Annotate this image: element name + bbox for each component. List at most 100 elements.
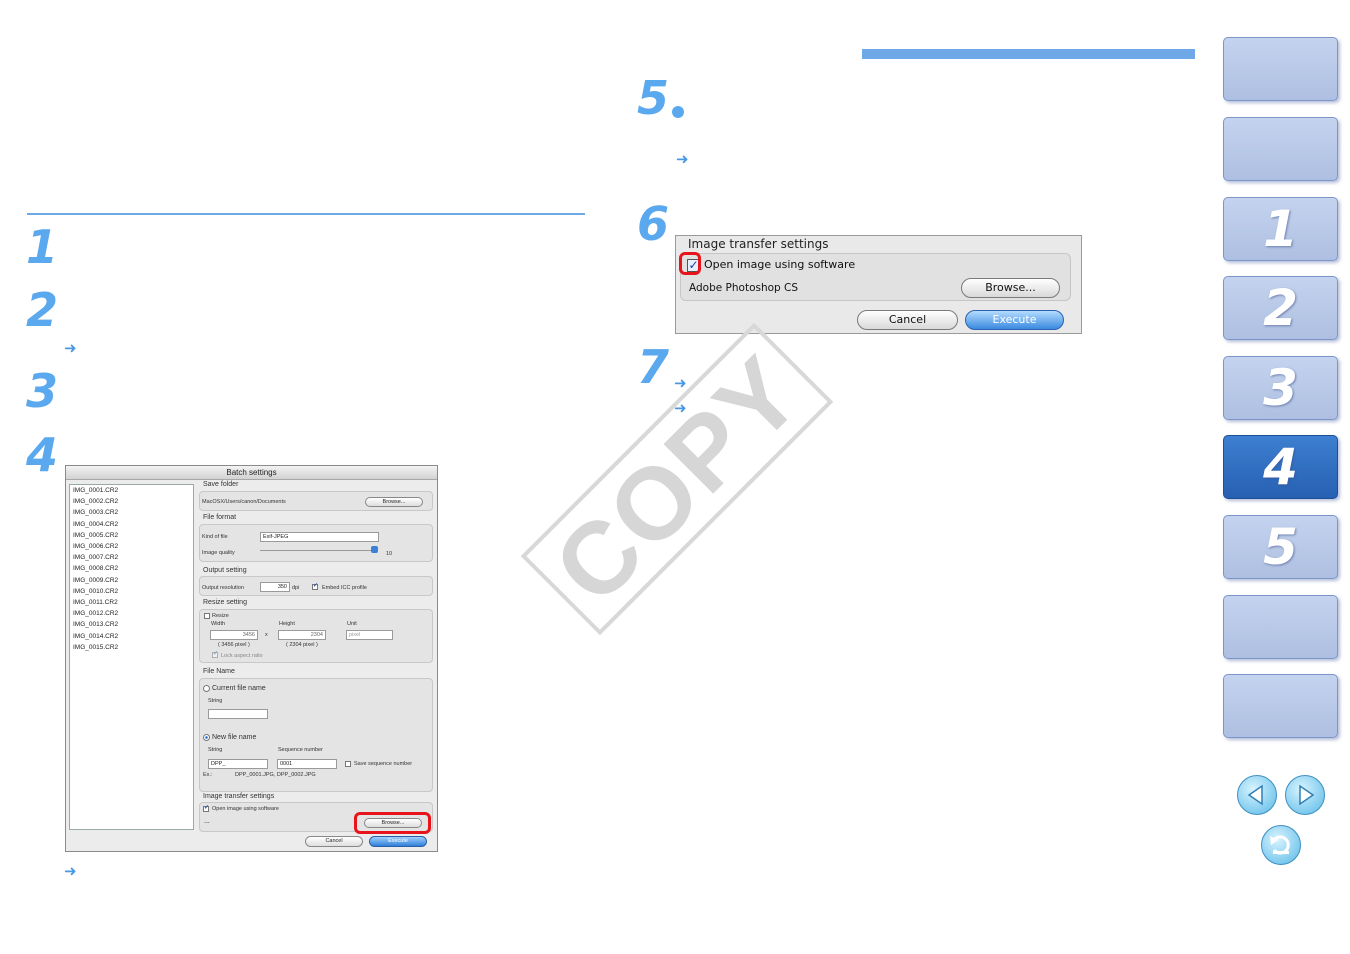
side-tab-1-label: 1 xyxy=(1263,200,1298,258)
current-file-name-label: Current file name xyxy=(212,685,266,692)
file-format-group: Kind of file Exif-JPEG Image quality 10 xyxy=(199,524,433,562)
side-tab-reference-label xyxy=(1224,596,1337,658)
current-file-name-radio[interactable] xyxy=(203,685,210,692)
image-quality-slider[interactable] xyxy=(260,550,378,551)
sequence-number-field[interactable]: 0001 xyxy=(277,759,337,769)
output-setting-heading: Output setting xyxy=(203,567,247,574)
side-tab-5[interactable]: 5 xyxy=(1223,515,1338,579)
file-list-item[interactable]: IMG_0013.CR2 xyxy=(73,621,118,629)
file-list-item[interactable]: IMG_0004.CR2 xyxy=(73,521,118,529)
step-5-bullet-icon xyxy=(672,106,684,118)
transfer-execute-button[interactable]: Execute xyxy=(965,310,1064,330)
transfer-cancel-button[interactable]: Cancel xyxy=(857,310,958,330)
checkbox-highlight-frame xyxy=(679,252,701,275)
resize-label: Resize xyxy=(212,613,229,619)
software-value: --- xyxy=(204,820,210,826)
kind-of-file-label: Kind of file xyxy=(202,534,228,540)
file-list[interactable]: IMG_0001.CR2 IMG_0002.CR2 IMG_0003.CR2 IMG_… xyxy=(69,484,194,830)
file-list-item[interactable]: IMG_0006.CR2 xyxy=(73,543,118,551)
triangle-right-icon xyxy=(1299,784,1315,806)
file-list-item[interactable]: IMG_0005.CR2 xyxy=(73,532,118,540)
transfer-open-image-label: Open image using software xyxy=(704,258,856,271)
triangle-left-icon xyxy=(1247,784,1263,806)
image-transfer-heading: Image transfer settings xyxy=(203,793,275,800)
width-pixel-note: ( 3456 pixel ) xyxy=(218,642,250,648)
kind-of-file-select[interactable]: Exif-JPEG xyxy=(260,532,379,542)
transfer-browse-button[interactable]: Browse... xyxy=(961,278,1060,298)
side-tab-intro-label xyxy=(1224,118,1337,180)
next-page-button[interactable] xyxy=(1285,775,1325,815)
unit-label: Unit xyxy=(347,621,357,627)
step-4-number: 4 xyxy=(26,428,59,482)
side-tab-index[interactable] xyxy=(1223,674,1338,738)
file-name-group: Current file name String New file name S… xyxy=(199,678,433,792)
width-label: Width xyxy=(211,621,226,627)
width-field[interactable]: 3456 xyxy=(210,630,258,640)
save-sequence-checkbox[interactable] xyxy=(345,761,351,767)
side-tab-3[interactable]: 3 xyxy=(1223,356,1338,420)
example-label: Ex.: xyxy=(203,772,213,778)
new-string-field[interactable]: DPP_ xyxy=(208,759,268,769)
save-folder-browse-button[interactable]: Browse... xyxy=(365,497,423,507)
section-rule-left xyxy=(27,213,585,215)
side-tab-5-label: 5 xyxy=(1263,518,1298,576)
file-list-item[interactable]: IMG_0010.CR2 xyxy=(73,588,118,596)
resize-setting-group: Resize Width Height Unit 3456 x 2304 pix… xyxy=(199,609,433,663)
side-tab-2-label: 2 xyxy=(1263,279,1298,337)
file-list-item[interactable]: IMG_0001.CR2 xyxy=(73,487,118,495)
image-transfer-dialog: Image transfer settings ✓ Open image usi… xyxy=(675,235,1082,334)
embed-icc-checkbox[interactable] xyxy=(312,582,318,590)
height-field[interactable]: 2304 xyxy=(278,630,326,640)
file-list-item[interactable]: IMG_0003.CR2 xyxy=(73,509,118,517)
current-string-field[interactable] xyxy=(208,709,268,719)
new-file-name-radio[interactable] xyxy=(203,734,210,741)
header-rule-right xyxy=(862,49,1195,59)
dpi-label: dpi xyxy=(292,585,300,591)
lock-aspect-label: Lock aspect ratio xyxy=(221,653,263,659)
side-tab-reference[interactable] xyxy=(1223,595,1338,659)
example-value: DPP_0001.JPG, DPP_0002.JPG xyxy=(235,772,316,778)
image-quality-label: Image quality xyxy=(202,550,235,556)
file-list-item[interactable]: IMG_0009.CR2 xyxy=(73,577,118,585)
side-tab-contents[interactable] xyxy=(1223,37,1338,101)
embed-icc-label: Embed ICC profile xyxy=(322,585,367,591)
height-label: Height xyxy=(279,621,295,627)
output-resolution-field[interactable]: 350 xyxy=(260,582,290,592)
batch-cancel-button[interactable]: Cancel xyxy=(305,836,363,847)
batch-execute-button[interactable]: Execute xyxy=(369,836,427,847)
resize-checkbox[interactable] xyxy=(204,613,210,619)
side-tab-2[interactable]: 2 xyxy=(1223,276,1338,340)
step-3-number: 3 xyxy=(26,364,59,418)
step-5-arrow-icon: ➜ xyxy=(676,150,689,168)
unit-select[interactable]: pixel xyxy=(346,630,393,640)
save-folder-heading: Save folder xyxy=(203,481,239,488)
side-tab-1[interactable]: 1 xyxy=(1223,197,1338,261)
batch-dialog-title: Batch settings xyxy=(66,466,437,480)
open-image-checkbox[interactable] xyxy=(203,804,209,812)
file-list-item[interactable]: IMG_0008.CR2 xyxy=(73,565,118,573)
step-6-number: 6 xyxy=(637,197,670,251)
file-list-item[interactable]: IMG_0011.CR2 xyxy=(73,599,118,607)
transfer-dialog-group: ✓ Open image using software Adobe Photos… xyxy=(680,253,1071,301)
file-list-item[interactable]: IMG_0012.CR2 xyxy=(73,610,118,618)
step-4-arrow-icon: ➜ xyxy=(64,862,77,880)
previous-page-button[interactable] xyxy=(1237,775,1277,815)
file-list-item[interactable]: IMG_0007.CR2 xyxy=(73,554,118,562)
new-file-name-label: New file name xyxy=(212,734,257,741)
image-quality-slider-thumb[interactable] xyxy=(371,546,378,553)
output-resolution-label: Output resolution xyxy=(202,585,244,591)
step-7-number: 7 xyxy=(637,340,670,394)
file-list-item[interactable]: IMG_0014.CR2 xyxy=(73,633,118,641)
file-list-item[interactable]: IMG_0002.CR2 xyxy=(73,498,118,506)
file-name-heading: File Name xyxy=(203,668,235,675)
lock-aspect-checkbox[interactable] xyxy=(212,650,218,658)
string-label-2: String xyxy=(208,747,223,753)
open-image-label: Open image using software xyxy=(212,806,279,812)
side-tab-intro[interactable] xyxy=(1223,117,1338,181)
file-format-heading: File format xyxy=(203,514,237,521)
file-list-item[interactable]: IMG_0015.CR2 xyxy=(73,644,118,652)
side-tab-4[interactable]: 4 xyxy=(1223,435,1338,499)
step-5-number: 5 xyxy=(637,71,670,125)
return-button[interactable] xyxy=(1261,825,1301,865)
times-label: x xyxy=(265,632,268,638)
